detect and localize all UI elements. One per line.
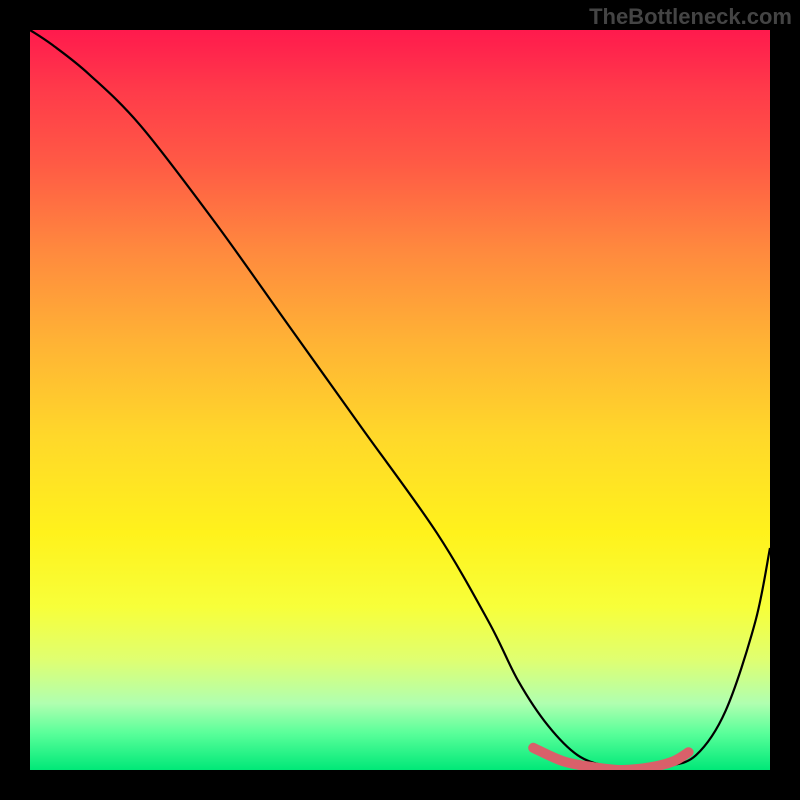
chart-svg	[30, 30, 770, 770]
highlight-segment	[533, 748, 688, 770]
chart-container: TheBottleneck.com	[0, 0, 800, 800]
watermark-text: TheBottleneck.com	[589, 4, 792, 30]
plot-area	[30, 30, 770, 770]
bottleneck-curve	[30, 30, 770, 770]
